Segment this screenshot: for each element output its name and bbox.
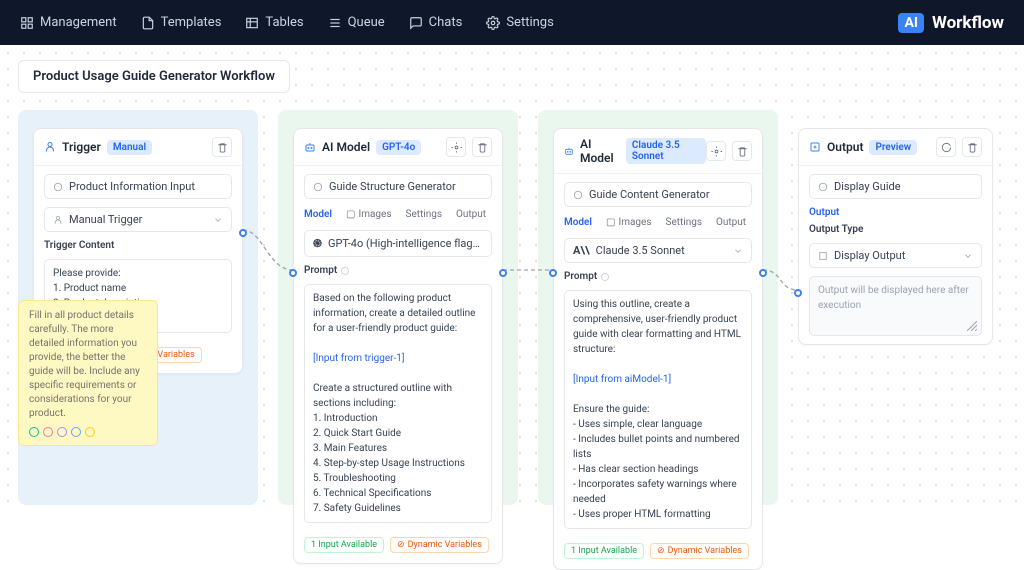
tab-model[interactable]: Model bbox=[564, 217, 592, 228]
prompt-label: Prompt bbox=[304, 265, 492, 276]
nav-left: Management Templates Tables Queue Chats … bbox=[20, 15, 554, 30]
node-name-input[interactable]: Product Information Input bbox=[44, 174, 232, 199]
robot-icon bbox=[304, 141, 316, 153]
content-label: Trigger Content bbox=[44, 240, 232, 251]
card-header: Trigger Manual bbox=[34, 129, 242, 166]
prompt-label: Prompt bbox=[564, 271, 752, 282]
card-title-text: Trigger bbox=[62, 140, 101, 154]
output-section-label: Output bbox=[799, 207, 992, 218]
ai-model-1-card[interactable]: AI Model GPT-4o Guide Structure Generato… bbox=[293, 128, 503, 564]
nav-chats[interactable]: Chats bbox=[409, 15, 463, 30]
input-port[interactable] bbox=[289, 269, 297, 277]
settings-button[interactable] bbox=[446, 137, 466, 157]
robot-icon bbox=[564, 145, 574, 157]
tab-output[interactable]: Output bbox=[716, 217, 746, 228]
card-title-text: Output bbox=[827, 140, 863, 154]
chevron-down-icon bbox=[733, 246, 743, 256]
output-icon bbox=[809, 141, 821, 153]
model-tag: GPT-4o bbox=[376, 140, 421, 155]
delete-button[interactable] bbox=[732, 141, 752, 161]
input-port[interactable] bbox=[549, 269, 557, 277]
node-name-input[interactable]: Guide Content Generator bbox=[564, 182, 752, 207]
chevron-down-icon bbox=[963, 251, 973, 261]
brand: AI Workflow bbox=[898, 13, 1004, 33]
workflow-title[interactable]: Product Usage Guide Generator Workflow bbox=[18, 60, 290, 93]
note-text: Fill in all product details carefully. T… bbox=[29, 309, 147, 421]
top-nav: Management Templates Tables Queue Chats … bbox=[0, 0, 1024, 45]
sticky-note[interactable]: Fill in all product details carefully. T… bbox=[18, 300, 158, 446]
prompt-textarea[interactable]: Using this outline, create a comprehensi… bbox=[564, 290, 752, 529]
user-icon bbox=[44, 141, 56, 153]
delete-button[interactable] bbox=[472, 137, 492, 157]
output-card[interactable]: Output Preview Display Guide Output Outp… bbox=[798, 128, 993, 345]
tab-model[interactable]: Model bbox=[304, 209, 332, 220]
ai-model-2-card[interactable]: AI Model Claude 3.5 Sonnet Guide Content… bbox=[553, 128, 763, 570]
node-name-input[interactable]: Display Guide bbox=[809, 174, 982, 199]
brand-badge: AI bbox=[898, 13, 924, 33]
delete-button[interactable] bbox=[212, 137, 232, 157]
canvas[interactable]: Trigger Manual Product Information Input… bbox=[18, 110, 1006, 505]
card-tabs: Model ▢ Images Settings Output bbox=[304, 207, 492, 222]
output-type-select[interactable]: Display Output bbox=[809, 243, 982, 268]
resize-handle-icon[interactable] bbox=[967, 321, 977, 331]
note-color-picker[interactable] bbox=[29, 427, 147, 437]
card-title-text: AI Model bbox=[580, 137, 620, 165]
tab-images[interactable]: ▢ Images bbox=[606, 217, 651, 228]
nav-tables[interactable]: Tables bbox=[245, 15, 303, 30]
output-port[interactable] bbox=[759, 269, 767, 277]
tab-output[interactable]: Output bbox=[456, 209, 486, 220]
brand-text: Workflow bbox=[932, 13, 1004, 33]
preview-tag: Preview bbox=[869, 140, 917, 155]
nav-templates[interactable]: Templates bbox=[141, 15, 222, 30]
inputs-pill: 1 Input Available bbox=[564, 543, 644, 559]
input-port[interactable] bbox=[794, 289, 802, 297]
trigger-tag: Manual bbox=[107, 140, 152, 155]
nav-queue[interactable]: Queue bbox=[328, 15, 385, 30]
card-title-text: AI Model bbox=[322, 140, 370, 154]
dynamic-vars-pill[interactable]: ⊘ Dynamic Variables bbox=[390, 537, 489, 553]
tab-settings[interactable]: Settings bbox=[666, 217, 703, 228]
output-preview: Output will be displayed here after exec… bbox=[809, 276, 982, 336]
output-port[interactable] bbox=[239, 229, 247, 237]
delete-button[interactable] bbox=[962, 137, 982, 157]
tab-images[interactable]: ▢ Images bbox=[346, 209, 391, 220]
model-select[interactable]: A\\Claude 3.5 Sonnet bbox=[564, 238, 752, 263]
refresh-button[interactable] bbox=[936, 137, 956, 157]
prompt-textarea[interactable]: Based on the following product informati… bbox=[304, 284, 492, 523]
model-tag: Claude 3.5 Sonnet bbox=[626, 138, 706, 164]
settings-button[interactable] bbox=[706, 141, 726, 161]
nav-settings[interactable]: Settings bbox=[486, 15, 553, 30]
dynamic-vars-pill[interactable]: ⊘ Dynamic Variables bbox=[650, 543, 749, 559]
card-tabs: Model ▢ Images Settings Output bbox=[564, 215, 752, 230]
trigger-type-select[interactable]: Manual Trigger bbox=[44, 207, 232, 232]
nav-management[interactable]: Management bbox=[20, 15, 117, 30]
chevron-down-icon bbox=[213, 215, 223, 225]
model-select[interactable]: ֎GPT-4o (High-intelligence flagship mode… bbox=[304, 230, 492, 257]
node-name-input[interactable]: Guide Structure Generator bbox=[304, 174, 492, 199]
output-port[interactable] bbox=[499, 269, 507, 277]
inputs-pill: 1 Input Available bbox=[304, 537, 384, 553]
tab-settings[interactable]: Settings bbox=[406, 209, 443, 220]
output-type-label: Output Type bbox=[809, 224, 982, 235]
